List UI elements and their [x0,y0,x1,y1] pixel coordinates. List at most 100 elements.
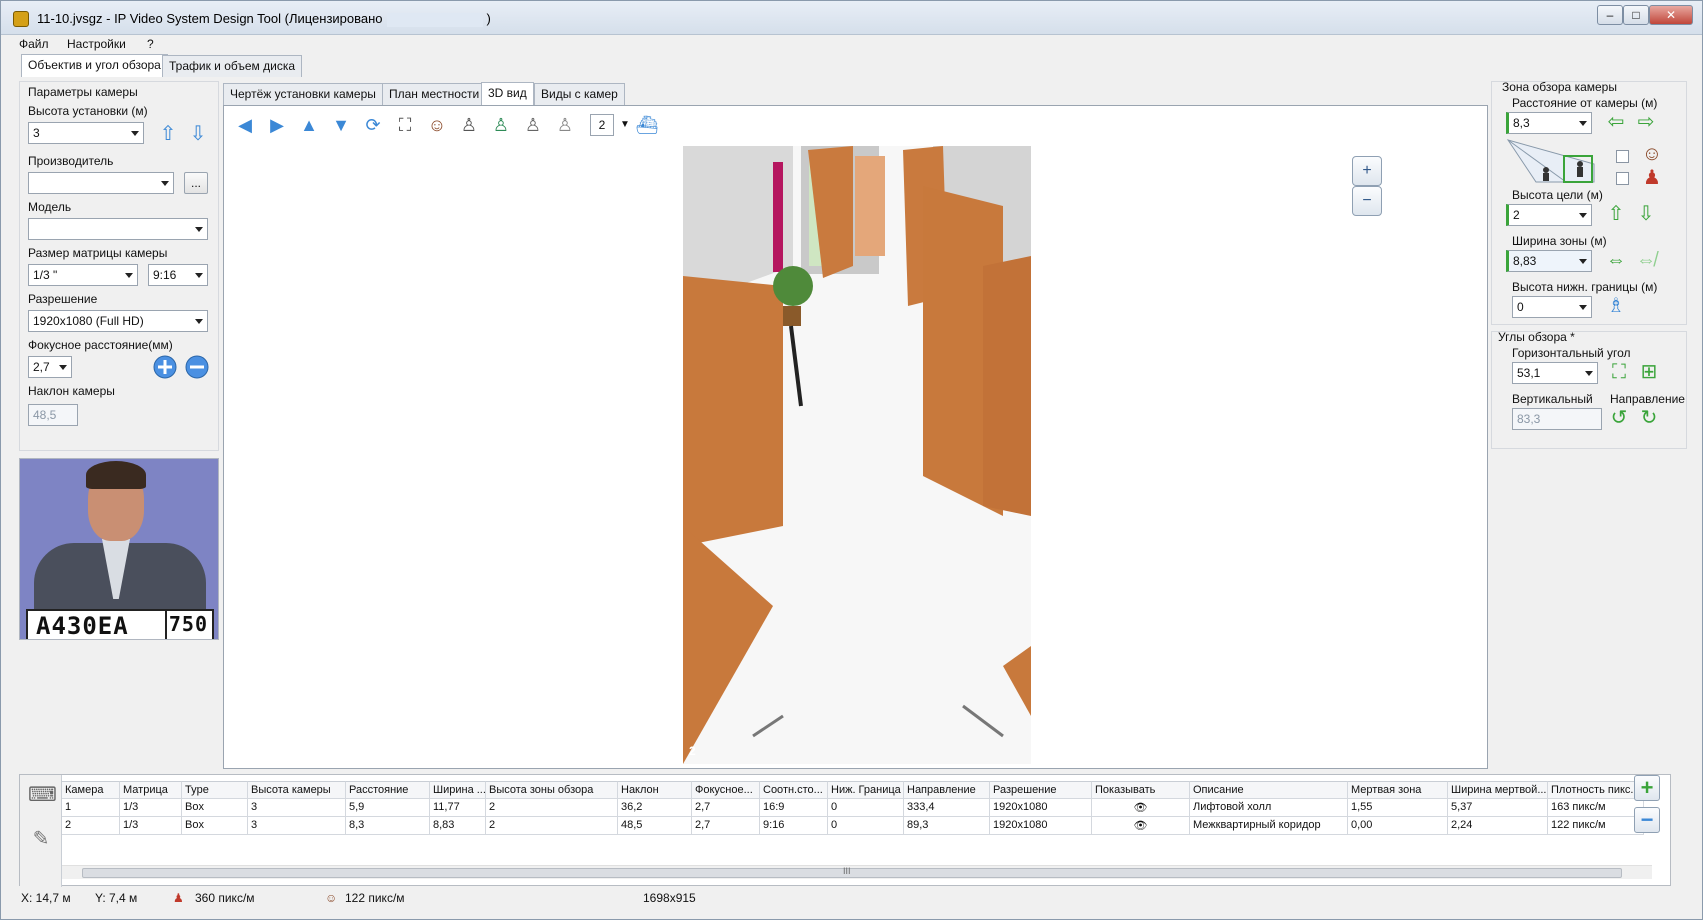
vendor-browse-button[interactable]: ... [184,172,208,194]
chevron-down-icon [195,319,203,324]
zoom-in-button[interactable]: + [1352,156,1382,186]
menu-file[interactable]: Файл [19,37,49,51]
table-cell: 122 пикс/м [1548,817,1644,835]
target-height-select[interactable]: 2 [1506,204,1592,226]
arrow-left-icon[interactable]: ◀ [232,112,258,138]
camera-icon[interactable]: ⌨ [28,783,57,807]
distance-decrease-icon[interactable]: ⇦ [1604,110,1628,134]
column-header[interactable]: Разрешение [990,781,1092,799]
show-eye-icon[interactable]: 👁 [1092,799,1190,817]
3d-viewport[interactable]: ◀ ▶ ▲ ▼ ⟳ ⛶ ☺ ♙ ♙ ♙ ♙ 2 ▼ ⛴ 2 + − [223,105,1488,769]
resolution-select[interactable]: 1920x1080 (Full HD) [28,310,208,332]
matrix-select[interactable]: 1/3 " [28,264,138,286]
model-select[interactable] [28,218,208,240]
tilt-field[interactable]: 48,5 [28,404,78,426]
column-header[interactable]: Высота зоны обзора [486,781,618,799]
zoom-out-button[interactable]: − [1352,186,1382,216]
remove-camera-button[interactable]: − [1634,807,1660,833]
target-height-down-icon[interactable]: ⇩ [1634,202,1658,226]
table-cell: 1,55 [1348,799,1448,817]
horizontal-angle-select[interactable]: 53,1 [1512,362,1598,384]
menu-settings[interactable]: Настройки [67,37,126,51]
column-header[interactable]: Матрица [120,781,182,799]
show-eye-icon[interactable]: 👁 [1092,817,1190,835]
minimize-button[interactable]: – [1597,5,1623,25]
column-header[interactable]: Мертвая зона [1348,781,1448,799]
person-grey-icon[interactable]: ♙ [520,112,546,138]
target-height-up-icon[interactable]: ⇧ [1604,202,1628,226]
table-cell: 8,3 [346,817,430,835]
table-cell: 8,83 [430,817,486,835]
table-cell: 5,9 [346,799,430,817]
column-header[interactable]: Ширина ... [430,781,486,799]
lower-bound-select[interactable]: 0 [1512,296,1592,318]
person-view-icon[interactable]: ☺ [424,112,450,138]
column-header[interactable]: Камера [62,781,120,799]
column-header[interactable]: Ниж. Граница [828,781,904,799]
arrow-up-icon[interactable]: ▲ [296,112,322,138]
column-header[interactable]: Показывать [1092,781,1190,799]
tool-icon[interactable]: ✎ [28,827,54,851]
focal-select[interactable]: 2,7 [28,356,72,378]
focal-value: 2,7 [33,360,50,374]
maximize-button[interactable]: □ [1623,5,1649,25]
angle-widen-icon[interactable]: ⛶ [1606,360,1632,384]
vendor-select[interactable] [28,172,174,194]
title-suffix: ) [486,11,491,26]
camera-number-select[interactable]: 2 [590,114,614,136]
close-button[interactable]: ✕ [1649,5,1693,25]
column-header[interactable]: Расстояние [346,781,430,799]
column-header[interactable]: Соотн.сто... [760,781,828,799]
add-camera-button[interactable]: + [1634,775,1660,801]
rotate-left-icon[interactable]: ↺ [1606,406,1632,430]
ratio-select[interactable]: 9:16 [148,264,208,286]
body-target-checkbox[interactable] [1616,172,1629,185]
tab-3d-view[interactable]: 3D вид [481,82,534,105]
vertical-angle-field[interactable]: 83,3 [1512,408,1602,430]
horizontal-angle-value: 53,1 [1517,366,1541,380]
angle-narrow-icon[interactable]: ⊞ [1636,360,1662,384]
arrow-right-icon[interactable]: ▶ [264,112,290,138]
person-green-icon[interactable]: ♙ [488,112,514,138]
column-header[interactable]: Направление [904,781,990,799]
table-horizontal-scrollbar[interactable]: III [62,865,1652,879]
tab-installation-drawing[interactable]: Чертёж установки камеры [223,83,383,105]
height-select[interactable]: 3 [28,122,144,144]
rotate-icon[interactable]: ⟳ [360,112,386,138]
zone-width-expand-icon[interactable]: ⇔ [1604,248,1628,272]
column-header[interactable]: Type [182,781,248,799]
face-target-checkbox[interactable] [1616,150,1629,163]
person-shadow-icon[interactable]: ♙ [552,112,578,138]
distance-select[interactable]: 8,3 [1506,112,1592,134]
height-down-icon[interactable]: ⇩ [186,122,210,146]
rotate-right-icon[interactable]: ↻ [1636,406,1662,430]
tab-lens[interactable]: Объектив и угол обзора [21,54,168,77]
fit-view-icon[interactable]: ⛶ [392,112,418,138]
distance-increase-icon[interactable]: ⇨ [1634,110,1658,134]
chevron-down-icon [161,181,169,186]
focal-minus-icon[interactable] [184,354,210,380]
zone-width-shrink-icon[interactable]: ⇎ [1634,248,1658,272]
distance-value: 8,3 [1513,116,1530,130]
menu-help[interactable]: ? [147,37,154,51]
tab-site-plan[interactable]: План местности [382,83,487,105]
tab-camera-views[interactable]: Виды с камер [534,83,625,105]
camera-view-icon[interactable]: ⛴ [634,112,660,138]
person-dark-icon[interactable]: ♙ [456,112,482,138]
ratio-value: 9:16 [153,268,177,282]
scrollbar-thumb[interactable]: III [82,866,1622,878]
focal-label: Фокусное расстояние(мм) [28,338,173,352]
zone-width-value: 8,83 [1513,254,1537,268]
arrow-down-icon[interactable]: ▼ [328,112,354,138]
column-header[interactable]: Высота камеры [248,781,346,799]
column-header[interactable]: Фокусное... [692,781,760,799]
tab-traffic[interactable]: Трафик и объем диска [162,55,302,77]
column-header[interactable]: Описание [1190,781,1348,799]
height-up-icon[interactable]: ⇧ [156,122,180,146]
column-header[interactable]: Ширина мертвой... [1448,781,1548,799]
focal-plus-icon[interactable] [152,354,178,380]
zone-width-select[interactable]: 8,83 [1506,250,1592,272]
lower-bound-label: Высота нижн. границы (м) [1512,280,1658,294]
column-header[interactable]: Наклон [618,781,692,799]
column-header[interactable]: Плотность пикс... [1548,781,1644,799]
